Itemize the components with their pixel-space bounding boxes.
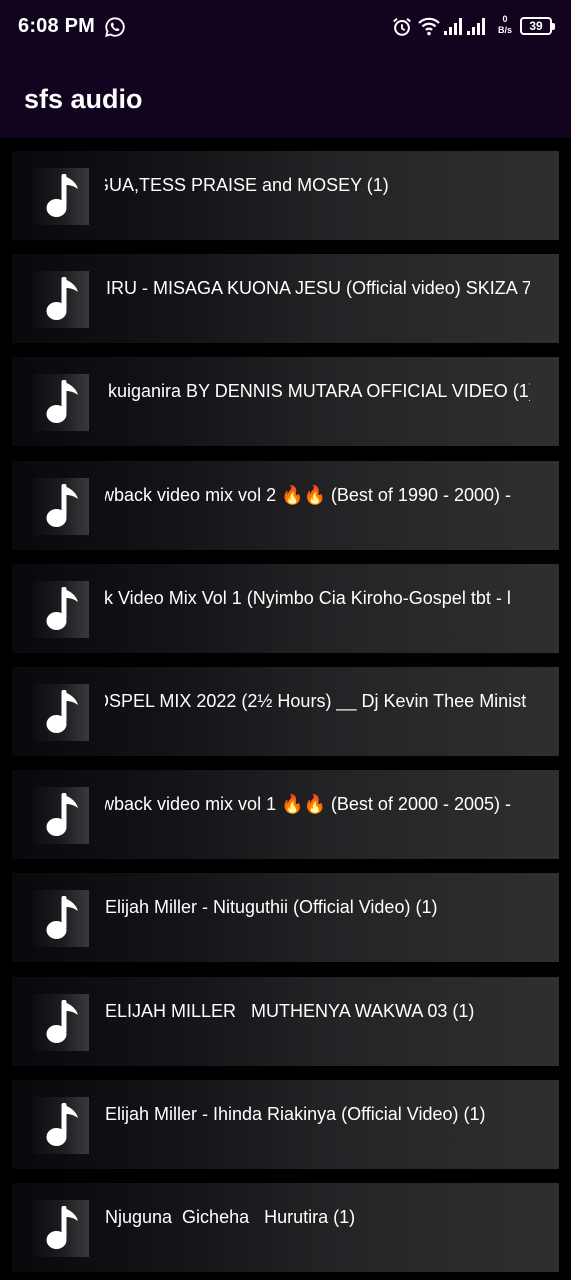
title-container: Elijah Miller - Nituguthii (Official Vid… bbox=[105, 873, 530, 962]
title-container: Njuguna Gicheha Hurutira (1) bbox=[105, 1183, 530, 1272]
music-note-icon bbox=[33, 993, 89, 1051]
list-item[interactable]: ELIJAH MILLER MUTHENYA WAKWA 03 (1) bbox=[12, 976, 559, 1066]
signal-icon bbox=[443, 16, 463, 36]
list-item[interactable]: owback video mix vol 1 🔥🔥 (Best of 2000 … bbox=[12, 770, 559, 860]
audio-title: ck Video Mix Vol 1 (Nyimbo Cia Kiroho-Go… bbox=[105, 587, 511, 608]
signal-icon bbox=[466, 16, 486, 36]
list-item[interactable]: GUA,TESS PRAISE and MOSEY (1) bbox=[12, 151, 559, 240]
audio-title: Elijah Miller - Ihinda Riakinya (Officia… bbox=[105, 1103, 486, 1124]
wifi-icon bbox=[417, 15, 441, 37]
audio-title: ELIJAH MILLER MUTHENYA WAKWA 03 (1) bbox=[105, 1000, 475, 1021]
list-item[interactable]: Elijah Miller - Ihinda Riakinya (Officia… bbox=[12, 1079, 559, 1169]
music-note-icon bbox=[33, 477, 89, 535]
list-item[interactable]: OSPEL MIX 2022 (2½ Hours) __ Dj Kevin Th… bbox=[12, 667, 559, 756]
music-note-icon bbox=[33, 271, 89, 329]
list-item[interactable]: Njuguna Gicheha Hurutira (1) bbox=[12, 1183, 559, 1272]
network-speed-unit: B/s bbox=[497, 25, 512, 35]
title-container: Elijah Miller - Ihinda Riakinya (Officia… bbox=[105, 1080, 530, 1169]
title-container: ck Video Mix Vol 1 (Nyimbo Cia Kiroho-Go… bbox=[105, 564, 530, 653]
status-bar: 6:08 PM 0 B/s 39 bbox=[0, 0, 571, 54]
title-container: e kuiganira BY DENNIS MUTARA OFFICIAL VI… bbox=[105, 357, 530, 446]
status-time: 6:08 PM bbox=[18, 15, 95, 37]
whatsapp-icon bbox=[104, 16, 126, 38]
title-container: owback video mix vol 2 🔥🔥 (Best of 1990 … bbox=[105, 461, 530, 550]
title-container: OSPEL MIX 2022 (2½ Hours) __ Dj Kevin Th… bbox=[105, 667, 530, 756]
list-item[interactable]: Elijah Miller - Nituguthii (Official Vid… bbox=[12, 873, 559, 963]
network-speed: 0 B/s bbox=[494, 14, 516, 40]
alarm-icon bbox=[391, 16, 413, 38]
music-note-icon bbox=[33, 684, 89, 741]
audio-title: Njuguna Gicheha Hurutira (1) bbox=[105, 1207, 356, 1227]
title-container: owback video mix vol 1 🔥🔥 (Best of 2000 … bbox=[105, 770, 530, 859]
music-note-icon bbox=[33, 168, 89, 225]
audio-title: owback video mix vol 2 🔥🔥 (Best of 1990 … bbox=[105, 484, 512, 505]
app-title: sfs audio bbox=[24, 84, 143, 114]
audio-title: e kuiganira BY DENNIS MUTARA OFFICIAL VI… bbox=[105, 381, 530, 402]
list-item[interactable]: e kuiganira BY DENNIS MUTARA OFFICIAL VI… bbox=[12, 357, 559, 447]
title-container: ELIJAH MILLER MUTHENYA WAKWA 03 (1) bbox=[105, 977, 530, 1066]
music-note-icon bbox=[33, 890, 89, 948]
app-bar: sfs audio bbox=[0, 54, 571, 138]
audio-title: JIRU - MISAGA KUONA JESU (Official video… bbox=[105, 278, 530, 299]
audio-title: OSPEL MIX 2022 (2½ Hours) __ Dj Kevin Th… bbox=[105, 691, 527, 711]
list-item[interactable]: owback video mix vol 2 🔥🔥 (Best of 1990 … bbox=[12, 460, 559, 550]
network-speed-value: 0 bbox=[502, 14, 508, 24]
music-note-icon bbox=[33, 1200, 89, 1257]
music-note-icon bbox=[33, 787, 89, 845]
battery-icon: 39 bbox=[520, 17, 555, 35]
music-note-icon bbox=[33, 580, 89, 638]
list-item[interactable]: JIRU - MISAGA KUONA JESU (Official video… bbox=[12, 254, 559, 344]
music-note-icon bbox=[33, 1096, 89, 1154]
audio-title: owback video mix vol 1 🔥🔥 (Best of 2000 … bbox=[105, 794, 512, 815]
title-container: JIRU - MISAGA KUONA JESU (Official video… bbox=[105, 254, 530, 343]
list-item[interactable]: ck Video Mix Vol 1 (Nyimbo Cia Kiroho-Go… bbox=[12, 563, 559, 653]
music-note-icon bbox=[33, 374, 89, 432]
audio-title: Elijah Miller - Nituguthii (Official Vid… bbox=[105, 897, 438, 918]
title-container: GUA,TESS PRAISE and MOSEY (1) bbox=[105, 151, 530, 240]
audio-title: GUA,TESS PRAISE and MOSEY (1) bbox=[105, 175, 389, 195]
